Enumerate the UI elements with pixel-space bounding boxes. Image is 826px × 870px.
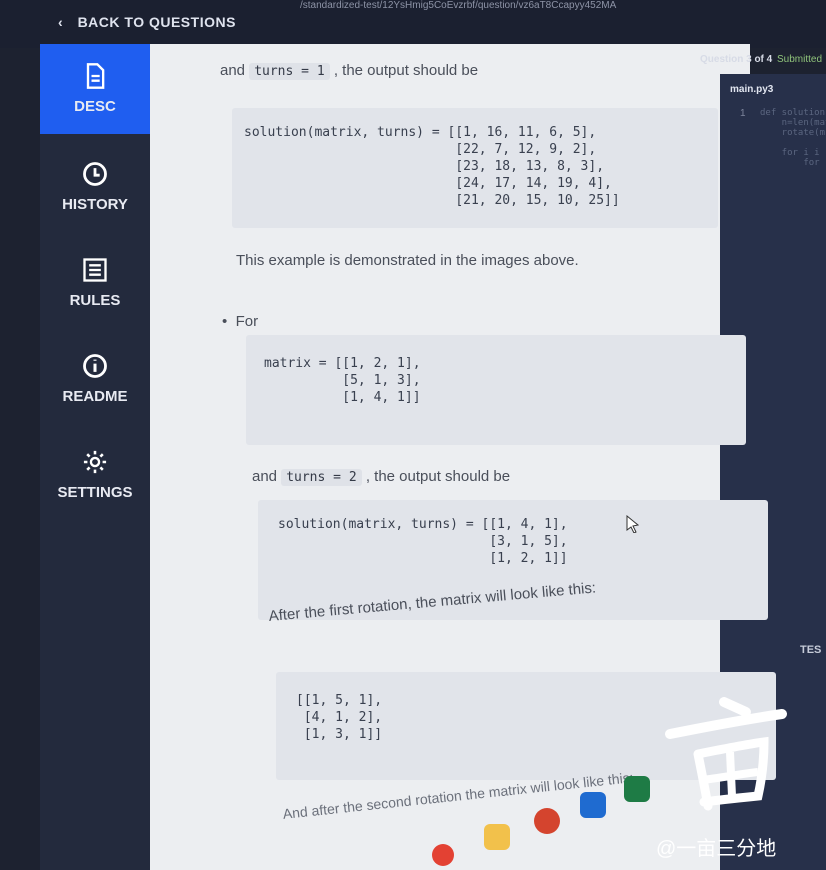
sidebar-label-rules: RULES	[69, 292, 121, 309]
back-to-questions-button[interactable]: ‹ BACK TO QUESTIONS	[58, 14, 236, 30]
example1-code: solution(matrix, turns) = [[1, 16, 11, 6…	[244, 125, 620, 208]
sidebar-label-readme: README	[62, 388, 128, 405]
and-text: and	[220, 62, 246, 79]
sidebar-item-settings[interactable]: SETTINGS	[40, 430, 150, 520]
for-text: For	[235, 313, 259, 330]
outlook-icon[interactable]	[580, 792, 606, 818]
file-icon	[81, 62, 109, 90]
mouse-cursor-icon	[626, 514, 640, 538]
back-label: BACK TO QUESTIONS	[77, 14, 236, 30]
gear-icon	[81, 448, 109, 476]
sidebar-label-settings: SETTINGS	[57, 484, 133, 501]
info-icon	[81, 352, 109, 380]
sidebar: DESC HISTORY RULES README SETTINGS	[40, 44, 150, 870]
sidebar-item-rules[interactable]: RULES	[40, 238, 150, 328]
turns2-line: and turns = 2 , the output should be	[252, 468, 511, 486]
and-text-2: and	[252, 468, 278, 485]
first-rotation-code: [[1, 5, 1], [4, 1, 2], [1, 3, 1]]	[296, 693, 383, 742]
clock-icon	[81, 160, 109, 188]
chrome-icon[interactable]	[432, 844, 454, 866]
chevron-left-icon: ‹	[58, 14, 64, 30]
top-bar: /standardized-test/12YsHmig5CoEvzrbf/que…	[0, 0, 826, 48]
turns1-line: and turns = 1 , the output should be	[220, 62, 479, 80]
watermark-logo	[662, 694, 792, 814]
watermark-text: @一亩三分地	[656, 838, 777, 860]
tests-tab[interactable]: TES	[800, 644, 821, 656]
excel-icon[interactable]	[624, 776, 650, 802]
file-explorer-icon[interactable]	[484, 824, 510, 850]
demo-text: This example is demonstrated in the imag…	[236, 252, 579, 269]
output-text-2: , the output should be	[365, 468, 511, 485]
matrix-block: matrix = [[1, 2, 1], [5, 1, 3], [1, 4, 1…	[246, 335, 746, 445]
question-counter: Question 3 of 4 Submitted	[700, 54, 822, 65]
sidebar-item-desc[interactable]: DESC	[40, 44, 150, 134]
question-status: Submitted	[777, 54, 823, 65]
sidebar-label-desc: DESC	[74, 98, 116, 115]
sidebar-item-history[interactable]: HISTORY	[40, 142, 150, 232]
turns2-code: turns = 2	[281, 469, 362, 486]
output-text: , the output should be	[333, 62, 479, 79]
powerpoint-icon[interactable]	[534, 808, 560, 834]
question-counter-text: Question 3 of 4	[700, 54, 773, 65]
example2-code: solution(matrix, turns) = [[1, 4, 1], [3…	[278, 517, 568, 566]
matrix-code: matrix = [[1, 2, 1], [5, 1, 3], [1, 4, 1…	[264, 356, 421, 405]
editor-tab[interactable]: main.py3	[730, 84, 773, 95]
list-icon	[81, 256, 109, 284]
editor-code[interactable]: def solution( n=len(mat rotate(m for i i…	[760, 108, 826, 168]
url-bar[interactable]: /standardized-test/12YsHmig5CoEvzrbf/que…	[300, 0, 740, 14]
sidebar-item-readme[interactable]: README	[40, 334, 150, 424]
bullet-for: • For	[222, 313, 259, 330]
turns1-code: turns = 1	[249, 63, 330, 80]
example1-block: solution(matrix, turns) = [[1, 16, 11, 6…	[232, 108, 718, 228]
sidebar-label-history: HISTORY	[62, 196, 128, 213]
line-number: 1	[740, 108, 746, 119]
